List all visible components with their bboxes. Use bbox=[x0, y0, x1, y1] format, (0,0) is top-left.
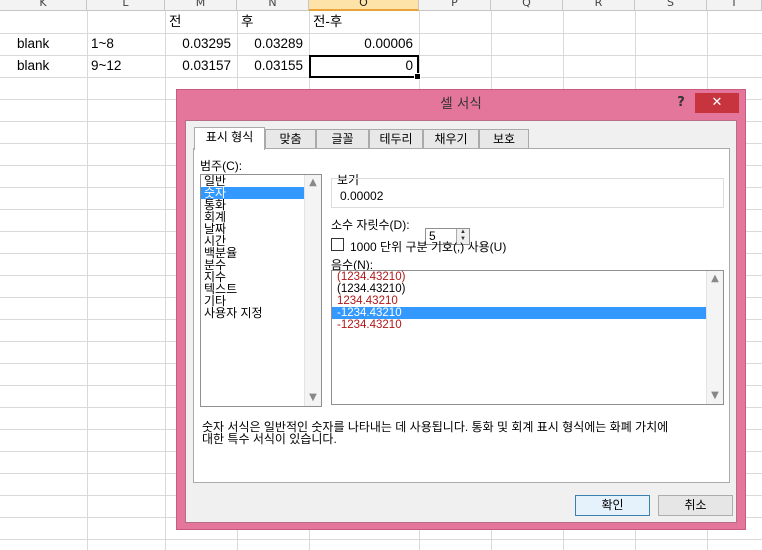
column-header-r[interactable]: R bbox=[563, 0, 635, 11]
sample-groupbox: 0.00002 bbox=[331, 178, 724, 208]
negative-format-item-selected[interactable]: -1234.43210 bbox=[332, 307, 706, 319]
tab-protection[interactable]: 보호 bbox=[479, 129, 529, 149]
description-line-2: 대한 특수 서식이 있습니다. bbox=[202, 432, 337, 446]
tab-fill[interactable]: 채우기 bbox=[423, 129, 479, 149]
column-header-row: K L M N O P Q R S T bbox=[0, 0, 762, 11]
category-scrollbar[interactable]: ▲ ▼ bbox=[304, 175, 321, 406]
ok-button[interactable]: 확인 bbox=[575, 495, 650, 516]
cell-m-row1[interactable]: 0.03295 bbox=[165, 33, 237, 55]
tab-number[interactable]: 표시 형식 bbox=[194, 127, 265, 150]
column-header-k[interactable]: K bbox=[0, 0, 87, 11]
dialog-title: 셀 서식 bbox=[440, 96, 482, 112]
cancel-button[interactable]: 취소 bbox=[658, 495, 733, 516]
gridline bbox=[0, 539, 762, 540]
column-header-q[interactable]: Q bbox=[491, 0, 563, 11]
column-header-p[interactable]: P bbox=[419, 0, 491, 11]
cell-k-row2[interactable]: blank bbox=[13, 55, 87, 77]
number-tab-panel: 범주(C): 일반 숫자 통화 회계 날짜 시간 백분율 분수 지수 텍스트 기… bbox=[193, 148, 730, 483]
dialog-body: 표시 형식 맞춤 글꼴 테두리 채우기 보호 범주(C): 일반 숫자 통화 회… bbox=[185, 120, 737, 523]
scroll-down-icon[interactable]: ▼ bbox=[305, 390, 321, 406]
negative-format-item[interactable]: -1234.43210 bbox=[332, 319, 723, 331]
negative-scrollbar[interactable]: ▲ ▼ bbox=[706, 271, 723, 404]
scroll-up-icon[interactable]: ▲ bbox=[707, 271, 723, 287]
sample-value: 0.00002 bbox=[340, 189, 384, 203]
negative-format-item[interactable]: (1234.43210) bbox=[332, 271, 723, 283]
negative-format-item[interactable]: 1234.43210 bbox=[332, 295, 723, 307]
cell-o-row1[interactable]: 0.00006 bbox=[309, 33, 419, 55]
category-item[interactable]: 사용자 지정 bbox=[201, 307, 321, 319]
tab-alignment[interactable]: 맞춤 bbox=[265, 129, 316, 149]
tab-font[interactable]: 글꼴 bbox=[316, 129, 369, 149]
cell-l-row1[interactable]: 1~8 bbox=[87, 33, 165, 55]
gridline bbox=[87, 11, 88, 550]
cell-n-row1[interactable]: 0.03289 bbox=[237, 33, 309, 55]
spin-up-icon[interactable]: ▲ bbox=[457, 229, 469, 236]
close-button[interactable]: ✕ bbox=[695, 93, 739, 113]
cell-m-row2[interactable]: 0.03157 bbox=[165, 55, 237, 77]
format-cells-dialog: 셀 서식 ? ✕ 표시 형식 맞춤 글꼴 테두리 채우기 보호 범주(C): 일… bbox=[176, 89, 746, 530]
cell-k-row1[interactable]: blank bbox=[13, 33, 87, 55]
column-header-l[interactable]: L bbox=[87, 0, 165, 11]
column-header-s[interactable]: S bbox=[635, 0, 707, 11]
gridline bbox=[165, 11, 166, 550]
cell-o-header[interactable]: 전-후 bbox=[309, 11, 419, 33]
active-cell-border bbox=[309, 55, 421, 80]
column-header-n[interactable]: N bbox=[237, 0, 309, 11]
thousands-separator-checkbox[interactable] bbox=[331, 238, 344, 251]
scroll-down-icon[interactable]: ▼ bbox=[707, 388, 723, 404]
tab-border[interactable]: 테두리 bbox=[369, 129, 423, 149]
cell-l-row2[interactable]: 9~12 bbox=[87, 55, 165, 77]
decimal-places-label: 소수 자릿수(D): bbox=[331, 218, 410, 232]
help-button[interactable]: ? bbox=[672, 94, 690, 112]
format-options: 보기 0.00002 소수 자릿수(D): 5 ▲ ▼ 1000 단위 구분 기… bbox=[331, 165, 724, 410]
negative-numbers-listbox[interactable]: (1234.43210) (1234.43210) 1234.43210 -12… bbox=[331, 270, 724, 405]
category-description: 숫자 서식은 일반적인 숫자를 나타내는 데 사용됩니다. 통화 및 회계 표시… bbox=[202, 421, 722, 445]
category-label: 범주(C): bbox=[200, 159, 243, 173]
category-listbox[interactable]: 일반 숫자 통화 회계 날짜 시간 백분율 분수 지수 텍스트 기타 사용자 지… bbox=[200, 174, 322, 407]
column-header-o[interactable]: O bbox=[309, 0, 419, 11]
negative-format-item[interactable]: (1234.43210) bbox=[332, 283, 723, 295]
cell-n-row2[interactable]: 0.03155 bbox=[237, 55, 309, 77]
dialog-titlebar[interactable]: 셀 서식 ? ✕ bbox=[177, 90, 745, 118]
column-header-t[interactable]: T bbox=[707, 0, 762, 11]
column-header-m[interactable]: M bbox=[165, 0, 237, 11]
cell-m-header[interactable]: 전 bbox=[165, 11, 237, 33]
scroll-up-icon[interactable]: ▲ bbox=[305, 175, 321, 191]
cell-n-header[interactable]: 후 bbox=[237, 11, 309, 33]
thousands-separator-label[interactable]: 1000 단위 구분 기호(,) 사용(U) bbox=[350, 238, 506, 255]
